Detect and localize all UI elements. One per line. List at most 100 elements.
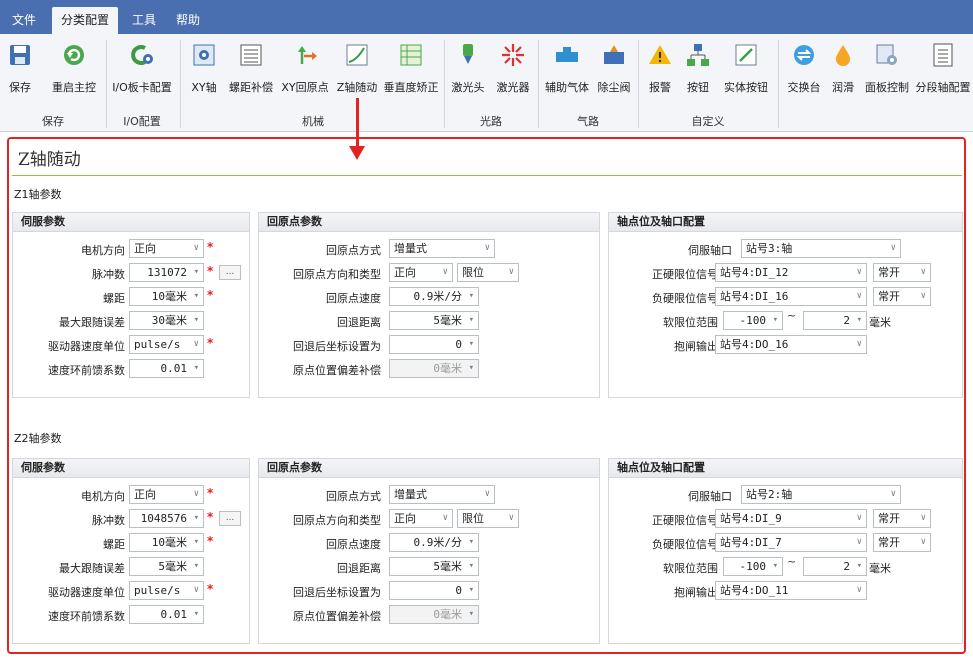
homing-type-select[interactable]: 限位 ∨ [457, 509, 519, 528]
after-retract-coord-spinbox[interactable]: 0 ▾ [389, 581, 479, 600]
origin-offset-comp-label: 原点位置偏差补偿 [293, 364, 381, 377]
motor-direction-select[interactable]: 正向 ∨ [129, 239, 204, 258]
after-retract-coord-spinbox[interactable]: 0 ▾ [389, 335, 479, 354]
brake-output-select[interactable]: 站号4:DO_11 ∨ [715, 581, 867, 600]
panel-header: 轴点位及轴口配置 [609, 459, 962, 478]
pulses-browse-button[interactable]: ... [219, 511, 241, 526]
chevron-down-icon: ∨ [920, 267, 926, 277]
homing-params-panel: 回原点参数 回原点方式 增量式 ∨ 回原点方向和类型 正向 ∨ 限位 ∨ 回原点速度 … [258, 458, 600, 644]
pulses-spinbox[interactable]: 1048576 ▾ [129, 509, 204, 528]
spin-arrow-icon: ▾ [193, 537, 199, 547]
laser-head-button[interactable]: 激光头 [448, 38, 488, 102]
neg-hard-limit-select[interactable]: 站号4:DI_7 ∨ [715, 533, 867, 552]
max-follow-error-label: 最大跟随误差 [59, 562, 125, 575]
restart-controller-button[interactable]: 重启主控 [46, 38, 102, 102]
brake-output-select[interactable]: 站号4:DO_16 ∨ [715, 335, 867, 354]
panel-control-button[interactable]: 面板控制 [862, 38, 912, 102]
pos-hard-limit-mode-select[interactable]: 常开 ∨ [873, 509, 931, 528]
pos-hard-limit-select[interactable]: 站号4:DI_12 ∨ [715, 263, 867, 282]
max-follow-error-spinbox[interactable]: 30毫米 ▾ [129, 311, 204, 330]
homing-direction-select[interactable]: 正向 ∨ [389, 509, 453, 528]
homing-mode-select[interactable]: 增量式 ∨ [389, 239, 495, 258]
max-follow-error-spinbox[interactable]: 5毫米 ▾ [129, 557, 204, 576]
driver-speed-unit-select[interactable]: pulse/s ∨ [129, 335, 204, 354]
speed-loop-ff-label: 速度环前馈系数 [48, 364, 125, 377]
laser-source-button[interactable]: 激光器 [492, 38, 534, 102]
pitch-spinbox[interactable]: 10毫米 ▾ [129, 287, 204, 306]
pulses-browse-button[interactable]: ... [219, 265, 241, 280]
homing-direction-select[interactable]: 正向 ∨ [389, 263, 453, 282]
lubrication-button[interactable]: 润滑 [828, 38, 858, 102]
xy-homing-button[interactable]: XY回原点 [278, 38, 332, 102]
motor-direction-select[interactable]: 正向 ∨ [129, 485, 204, 504]
servo-port-select[interactable]: 站号2:轴 ∨ [741, 485, 901, 504]
neg-hard-limit-mode-select[interactable]: 常开 ∨ [873, 533, 931, 552]
curve-chart-icon [346, 44, 368, 66]
group-label-gas: 气路 [577, 115, 599, 128]
buttons-button[interactable]: 按钮 [680, 38, 716, 102]
chevron-down-icon: ∨ [920, 513, 926, 523]
floppy-disk-icon [10, 45, 30, 65]
dust-valve-button[interactable]: 除尘阀 [594, 38, 634, 102]
page-title: Z轴随动 [18, 150, 81, 170]
pulses-spinbox[interactable]: 131072 ▾ [129, 263, 204, 282]
neg-hard-limit-select[interactable]: 站号4:DI_16 ∨ [715, 287, 867, 306]
motor-direction-label: 电机方向 [81, 244, 125, 257]
chevron-down-icon: ∨ [484, 489, 490, 499]
range-separator: ~ [787, 555, 797, 568]
chevron-down-icon: ∨ [890, 489, 896, 499]
soft-limit-min-spinbox[interactable]: -100 ▾ [723, 311, 783, 330]
homing-type-select[interactable]: 限位 ∨ [457, 263, 519, 282]
speed-loop-ff-spinbox[interactable]: 0.01 ▾ [129, 605, 204, 624]
spin-arrow-icon: ▾ [193, 291, 199, 301]
servo-port-select[interactable]: 站号3:轴 ∨ [741, 239, 901, 258]
spin-arrow-icon: ▾ [468, 339, 474, 349]
pitch-spinbox[interactable]: 10毫米 ▾ [129, 533, 204, 552]
soft-limit-max-spinbox[interactable]: 2 ▾ [803, 557, 867, 576]
panel-header: 伺服参数 [13, 213, 249, 232]
neg-hard-limit-mode-select[interactable]: 常开 ∨ [873, 287, 931, 306]
chevron-down-icon: ∨ [856, 291, 862, 301]
pos-hard-limit-mode-select[interactable]: 常开 ∨ [873, 263, 931, 282]
tab-tools[interactable]: 工具 [124, 7, 164, 34]
title-divider [12, 175, 962, 176]
ribbon-separator [778, 40, 779, 128]
verticality-correction-button[interactable]: 垂直度矫正 [382, 38, 440, 102]
retract-distance-spinbox[interactable]: 5毫米 ▾ [389, 557, 479, 576]
gas-valve-icon [556, 47, 578, 62]
io-board-config-button[interactable]: I/O板卡配置 [108, 38, 176, 102]
segment-axis-config-button[interactable]: 分段轴配置 [914, 38, 972, 102]
exchange-arrows-icon [794, 45, 814, 65]
tab-help[interactable]: 帮助 [168, 7, 208, 34]
dust-box-icon [604, 45, 624, 64]
annotation-arrow-head-icon [349, 146, 365, 160]
chevron-down-icon: ∨ [508, 267, 514, 277]
driver-speed-unit-select[interactable]: pulse/s ∨ [129, 581, 204, 600]
z-axis-follow-button[interactable]: Z轴随动 [334, 38, 380, 102]
homing-mode-select[interactable]: 增量式 ∨ [389, 485, 495, 504]
homing-speed-spinbox[interactable]: 0.9米/分 ▾ [389, 287, 479, 306]
physical-buttons-button[interactable]: 实体按钮 [718, 38, 774, 102]
ribbon-separator [180, 40, 181, 128]
tab-category-config[interactable]: 分类配置 [52, 7, 118, 34]
retract-distance-spinbox[interactable]: 5毫米 ▾ [389, 311, 479, 330]
soft-limit-max-spinbox[interactable]: 2 ▾ [803, 311, 867, 330]
alarm-button[interactable]: 报警 [642, 38, 678, 102]
pos-hard-limit-select[interactable]: 站号4:DI_9 ∨ [715, 509, 867, 528]
spin-arrow-icon: ▾ [193, 513, 199, 523]
homing-speed-spinbox[interactable]: 0.9米/分 ▾ [389, 533, 479, 552]
assist-gas-button[interactable]: 辅助气体 [542, 38, 592, 102]
servo-params-panel: 伺服参数 电机方向 正向 ∨ * 脉冲数 1048576 ▾ * ... 螺距 10… [12, 458, 250, 644]
save-button[interactable]: 保存 [4, 38, 36, 102]
xy-axis-button[interactable]: XY轴 [186, 38, 222, 102]
exchange-table-button[interactable]: 交换台 [782, 38, 826, 102]
pitch-compensation-button[interactable]: 螺距补偿 [226, 38, 276, 102]
spin-arrow-icon: ▾ [193, 315, 199, 325]
tab-file[interactable]: 文件 [4, 7, 44, 34]
speed-loop-ff-spinbox[interactable]: 0.01 ▾ [129, 359, 204, 378]
servo-params-panel: 伺服参数 电机方向 正向 ∨ * 脉冲数 131072 ▾ * ... 螺距 10毫… [12, 212, 250, 398]
spin-arrow-icon: ▾ [772, 315, 778, 325]
spin-arrow-icon: ▾ [193, 609, 199, 619]
soft-limit-min-spinbox[interactable]: -100 ▾ [723, 557, 783, 576]
chevron-down-icon: ∨ [193, 585, 199, 595]
